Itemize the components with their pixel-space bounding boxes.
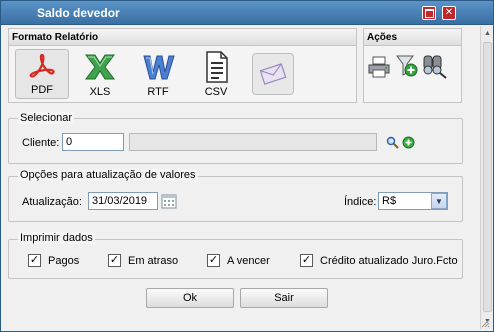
updated-credit-label: Crédito atualizado Juro.Fcto: [320, 255, 458, 267]
checkmark-icon: ✓: [109, 254, 120, 266]
search-icon[interactable]: [386, 136, 399, 149]
print-data-legend: Imprimir dados: [18, 232, 95, 244]
upcoming-label: A vencer: [227, 255, 270, 267]
export-rtf-button[interactable]: RTF: [133, 50, 183, 102]
overdue-label: Em atraso: [128, 255, 179, 267]
export-pdf-button[interactable]: PDF: [15, 49, 69, 99]
chevron-down-icon[interactable]: ▼: [431, 193, 447, 209]
update-date-input[interactable]: [88, 192, 158, 210]
resize-grip-icon[interactable]: [480, 318, 490, 328]
paid-label: Pagos: [48, 255, 80, 267]
title-bar[interactable]: Saldo devedor ✕: [1, 1, 493, 25]
ok-button[interactable]: Ok: [146, 288, 234, 308]
calendar-icon[interactable]: [161, 193, 177, 209]
index-selected-value: R$: [382, 195, 397, 207]
printer-icon[interactable]: [367, 55, 391, 79]
scroll-up-icon[interactable]: ▲: [482, 28, 493, 39]
format-panel-title: Formato Relatório: [12, 32, 99, 43]
email-envelope-icon: [253, 54, 293, 94]
actions-panel-title: Ações: [367, 32, 398, 43]
send-email-button[interactable]: [252, 53, 294, 95]
filter-add-icon[interactable]: [395, 53, 419, 79]
actions-panel-header: Ações: [363, 28, 462, 46]
upcoming-checkbox[interactable]: ✓: [207, 254, 220, 267]
client-label: Cliente:: [22, 137, 60, 149]
update-date-label: Atualização:: [22, 196, 82, 208]
csv-label: CSV: [204, 86, 228, 98]
export-csv-button[interactable]: CSV: [191, 50, 241, 102]
client-code-input[interactable]: [62, 133, 124, 151]
format-panel-header: Formato Relatório: [8, 28, 357, 46]
report-window: Saldo devedor ✕ Formato Relatório PDF XL…: [0, 0, 494, 332]
scroll-thumb[interactable]: [483, 42, 492, 312]
checkmark-icon: ✓: [29, 254, 40, 266]
pdf-icon: [16, 50, 68, 84]
window-title: Saldo devedor: [37, 6, 120, 20]
checkmark-icon: ✓: [208, 254, 219, 266]
updated-credit-checkbox[interactable]: ✓: [300, 254, 313, 267]
exit-button[interactable]: Sair: [240, 288, 328, 308]
overdue-checkbox[interactable]: ✓: [108, 254, 121, 267]
client-name-field: [129, 133, 377, 151]
index-label: Índice:: [344, 196, 377, 208]
select-legend: Selecionar: [18, 112, 74, 124]
update-options-legend: Opções para atualização de valores: [18, 169, 198, 181]
checkmark-icon: ✓: [301, 254, 312, 266]
maximize-button[interactable]: [422, 6, 436, 20]
word-icon: [133, 50, 183, 84]
vertical-scrollbar[interactable]: ▲ ▼: [480, 26, 493, 329]
pdf-label: PDF: [31, 84, 53, 96]
csv-document-icon: [191, 50, 241, 84]
paid-checkbox[interactable]: ✓: [28, 254, 41, 267]
excel-icon: [75, 50, 125, 84]
rtf-label: RTF: [147, 86, 169, 98]
export-xls-button[interactable]: XLS: [75, 50, 125, 102]
add-client-icon[interactable]: [402, 136, 415, 149]
xls-label: XLS: [89, 86, 111, 98]
binoculars-search-icon[interactable]: [422, 53, 448, 79]
close-icon: ✕: [444, 7, 454, 18]
close-button[interactable]: ✕: [442, 6, 456, 20]
